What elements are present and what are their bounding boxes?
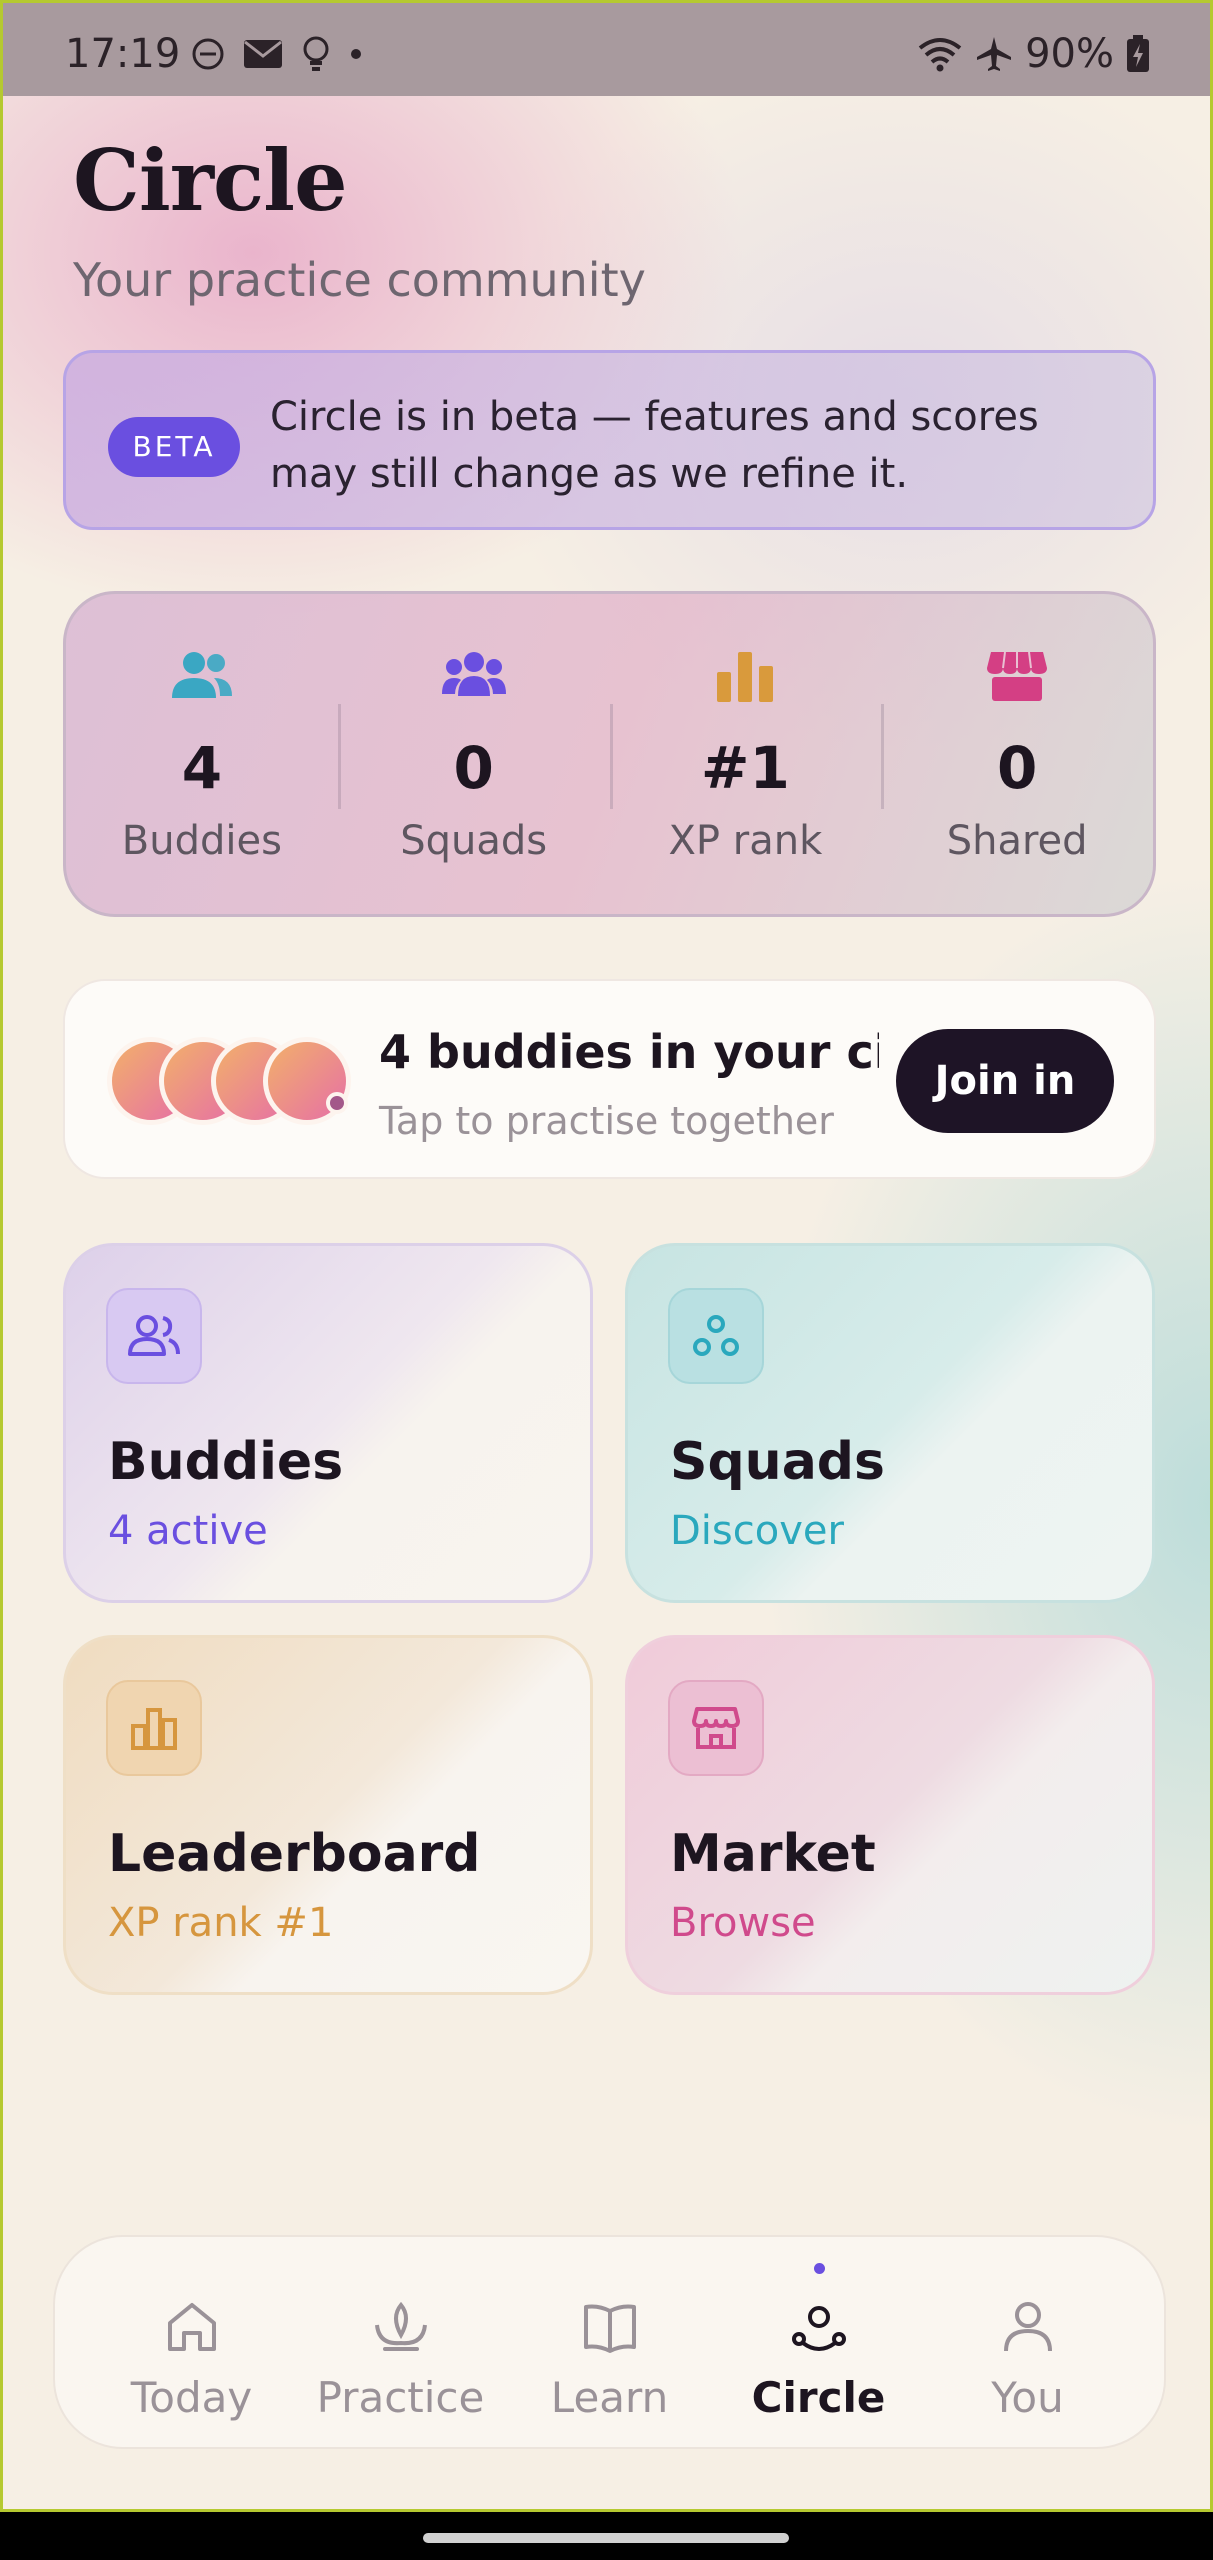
join-in-button[interactable]: Join in — [896, 1029, 1114, 1133]
battery-charging-icon — [1127, 35, 1149, 72]
buddy-avatars — [107, 1037, 351, 1127]
lotus-icon — [374, 2301, 427, 2351]
online-status-dot — [326, 1092, 348, 1114]
tile-subtitle: Discover — [670, 1508, 844, 1554]
buddies-together-card[interactable]: 4 buddies in your cir... Tap to practise… — [63, 979, 1156, 1179]
nav-label: Practice — [316, 2373, 485, 2422]
buddies-card-subtitle: Tap to practise together — [379, 1099, 834, 1143]
beta-banner: BETA Circle is in beta — features and sc… — [63, 350, 1156, 530]
stat-xp-rank[interactable]: #1 XP rank — [609, 594, 882, 914]
bar-chart-icon — [106, 1680, 202, 1776]
stats-summary: 4 Buddies 0 Squads #1 XP rank 0 Shared — [63, 591, 1156, 917]
dot-icon — [351, 49, 361, 59]
status-system-icons: 90% — [917, 31, 1150, 77]
squads-icon — [668, 1288, 764, 1384]
tile-squads[interactable]: Squads Discover — [625, 1243, 1155, 1603]
nav-label: You — [991, 2373, 1064, 2422]
page-title: Circle — [73, 131, 348, 230]
bottom-navigation: Today Practice Learn Circle You — [53, 2235, 1166, 2449]
lightbulb-icon — [303, 36, 329, 71]
nav-item-you[interactable]: You — [923, 2237, 1132, 2447]
avatar — [263, 1037, 351, 1125]
nav-item-practice[interactable]: Practice — [296, 2237, 505, 2447]
circle-community-icon — [791, 2306, 846, 2351]
nav-item-today[interactable]: Today — [87, 2237, 296, 2447]
stat-value: 0 — [996, 734, 1038, 802]
tile-title: Squads — [670, 1432, 885, 1492]
tile-title: Buddies — [108, 1432, 344, 1492]
tile-subtitle: XP rank #1 — [108, 1900, 334, 1946]
status-time: 17:19 — [65, 31, 181, 77]
store-icon — [987, 651, 1048, 701]
battery-percent: 90% — [1025, 31, 1114, 77]
nav-label: Today — [130, 2373, 253, 2422]
squads-icon — [441, 652, 506, 696]
buddies-icon — [106, 1288, 202, 1384]
do-not-disturb-icon — [192, 38, 224, 70]
app-screen: 17:19 90% Circle Your practice community… — [0, 0, 1213, 2512]
stat-value: 0 — [453, 734, 494, 802]
tile-market[interactable]: Market Browse — [625, 1635, 1155, 1995]
stat-shared[interactable]: 0 Shared — [881, 594, 1153, 914]
stat-squads[interactable]: 0 Squads — [337, 594, 610, 914]
home-gesture-bar[interactable] — [423, 2533, 789, 2543]
mail-icon — [244, 40, 282, 68]
page-subtitle: Your practice community — [73, 253, 646, 307]
stat-buddies[interactable]: 4 Buddies — [66, 594, 338, 914]
beta-message: Circle is in beta — features and scores … — [270, 394, 1039, 497]
tile-subtitle: 4 active — [108, 1508, 268, 1554]
stat-label: Shared — [946, 818, 1088, 864]
stat-label: Buddies — [121, 818, 282, 864]
tile-subtitle: Browse — [670, 1900, 816, 1946]
stat-label: XP rank — [668, 818, 823, 864]
tile-leaderboard[interactable]: Leaderboard XP rank #1 — [63, 1635, 593, 1995]
book-icon — [583, 2304, 636, 2353]
active-indicator-dot — [813, 2263, 825, 2274]
tile-title: Leaderboard — [108, 1824, 481, 1884]
tile-title: Market — [670, 1824, 876, 1884]
status-notification-icons — [191, 35, 363, 73]
store-icon — [668, 1680, 764, 1776]
nav-label: Learn — [550, 2373, 669, 2422]
home-icon — [167, 2303, 216, 2351]
person-icon — [1003, 2302, 1052, 2352]
tile-buddies[interactable]: Buddies 4 active — [63, 1243, 593, 1603]
buddies-card-title: 4 buddies in your cir... — [379, 1025, 879, 1079]
beta-badge: BETA — [108, 417, 240, 477]
stat-label: Squads — [400, 818, 548, 864]
buddies-icon — [171, 652, 232, 698]
bar-chart-icon — [717, 652, 774, 702]
nav-item-circle[interactable]: Circle — [714, 2237, 923, 2447]
stat-value: 4 — [181, 734, 223, 802]
status-bar: 17:19 90% — [3, 3, 1210, 96]
nav-label: Circle — [751, 2373, 886, 2422]
stat-value: #1 — [700, 734, 790, 802]
wifi-icon — [918, 38, 962, 72]
nav-item-learn[interactable]: Learn — [505, 2237, 714, 2447]
airplane-icon — [977, 37, 1012, 71]
